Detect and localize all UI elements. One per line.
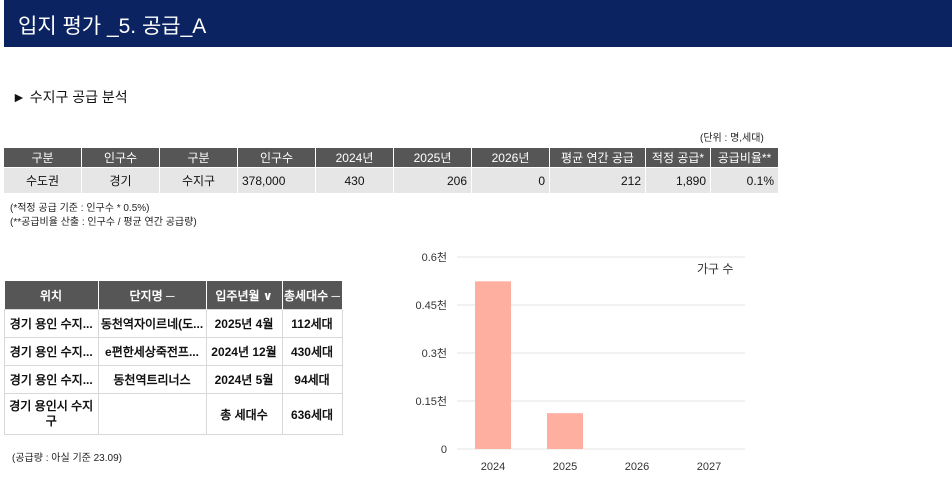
- chart-legend: 가구 수: [697, 262, 733, 276]
- chart-xtick-label: 2027: [697, 461, 721, 473]
- cell-complex-name: e편한세상죽전프...: [97, 337, 207, 366]
- cell-move-in-date: 2024년 5월: [205, 365, 283, 394]
- cell-location: 경기 용인 수지...: [4, 337, 99, 366]
- cell-district: 수지구: [159, 167, 238, 193]
- col-header-avg-supply: 평균 연간 공급: [549, 148, 646, 168]
- cell-complex-name: 동천역자이르네(도...: [97, 309, 207, 338]
- chart-xtick-label: 2024: [481, 461, 505, 473]
- cell-total-units: 94세대: [281, 365, 343, 394]
- complex-table-header-row: 위치 단지명 ─ 입주년월 ∨ 총세대수 ─: [4, 281, 343, 310]
- cell-total-units: 430세대: [281, 337, 343, 366]
- col-header-2025: 2025년: [393, 148, 472, 168]
- supply-table-header-row: 구분 인구수 구분 인구수 2024년 2025년 2026년 평균 연간 공급…: [4, 148, 779, 168]
- col-header-2026: 2026년: [471, 148, 550, 168]
- col-header-complex-name[interactable]: 단지명 ─: [98, 281, 207, 310]
- supply-analysis-table: 구분 인구수 구분 인구수 2024년 2025년 2026년 평균 연간 공급…: [4, 148, 779, 193]
- col-header-district-population: 인구수: [237, 148, 316, 168]
- table-row: 경기 용인 수지... e편한세상죽전프... 2024년 12월 430세대: [4, 337, 343, 366]
- cell-avg-supply: 212: [549, 167, 646, 193]
- chart-ytick-label: 0.6천: [422, 250, 447, 264]
- cell-2024: 430: [315, 167, 394, 193]
- cell-supply-ratio: 0.1%: [710, 167, 779, 193]
- chart-ytick-label: 0.15천: [415, 394, 447, 408]
- col-header-district: 구분: [159, 148, 238, 168]
- cell-location: 경기 용인 수지...: [4, 309, 99, 338]
- footnote-proper-supply: (*적정 공급 기준 : 인구수 * 0.5%): [10, 203, 150, 214]
- col-header-location: 위치: [4, 281, 99, 310]
- cell-proper-supply: 1,890: [645, 167, 711, 193]
- chart-bar-2024[interactable]: [475, 281, 511, 449]
- cell-total-label: 총 세대수: [205, 393, 283, 435]
- col-header-supply-ratio: 공급비율**: [710, 148, 779, 168]
- cell-population: 378,000: [237, 167, 316, 193]
- cell-move-in-date: 2024년 12월: [205, 337, 283, 366]
- cell-complex-name-empty: [97, 393, 207, 435]
- section-title: ► 수지구 공급 분석: [12, 89, 128, 105]
- table-total-row: 경기 용인시 수지구 총 세대수 636세대: [4, 393, 343, 435]
- chart-ytick-label: 0.45천: [415, 298, 447, 312]
- cell-move-in-date: 2025년 4월: [205, 309, 283, 338]
- complex-list-table: 위치 단지명 ─ 입주년월 ∨ 총세대수 ─ 경기 용인 수지... 동천역자이…: [4, 281, 343, 435]
- cell-location-total: 경기 용인시 수지구: [4, 393, 99, 435]
- col-header-proper-supply: 적정 공급*: [645, 148, 711, 168]
- chart-ytick-label: 0: [441, 444, 447, 456]
- col-header-region: 구분: [4, 148, 82, 168]
- col-header-2024: 2024년: [315, 148, 394, 168]
- cell-2026: 0: [471, 167, 550, 193]
- col-header-total-units[interactable]: 총세대수 ─: [282, 281, 343, 310]
- cell-complex-name: 동천역트리너스: [97, 365, 207, 394]
- footnote-supply-ratio: (**공급비율 산출 : 인구수 / 평균 연간 공급량): [10, 217, 197, 228]
- cell-2025: 206: [393, 167, 472, 193]
- table-row: 수도권 경기 수지구 378,000 430 206 0 212 1,890 0…: [4, 167, 779, 193]
- chart-bar-2025[interactable]: [547, 413, 583, 449]
- page-title: 입지 평가 _5. 공급_A: [18, 15, 207, 38]
- cell-province: 경기: [81, 167, 160, 193]
- chart-xtick-label: 2025: [553, 461, 577, 473]
- footnote-supply-source: (공급량 : 아실 기준 23.09): [12, 453, 122, 464]
- table-row: 경기 용인 수지... 동천역트리너스 2024년 5월 94세대: [4, 365, 343, 394]
- cell-total-units: 112세대: [281, 309, 343, 338]
- chart-xtick-label: 2026: [625, 461, 649, 473]
- cell-total-units: 636세대: [281, 393, 343, 435]
- cell-location: 경기 용인 수지...: [4, 365, 99, 394]
- col-header-population: 인구수: [81, 148, 160, 168]
- chart-ytick-label: 0.3천: [422, 346, 447, 360]
- cell-region: 수도권: [4, 167, 82, 193]
- supply-bar-chart: 0 0.15천 0.3천 0.45천 0.6천 2024 2025 2026 2027 가구 …: [415, 250, 745, 473]
- table-row: 경기 용인 수지... 동천역자이르네(도... 2025년 4월 112세대: [4, 309, 343, 338]
- col-header-move-in-date[interactable]: 입주년월 ∨: [206, 281, 283, 310]
- page-header: 입지 평가 _5. 공급_A: [4, 0, 952, 47]
- unit-note: (단위 : 명,세대): [700, 133, 764, 144]
